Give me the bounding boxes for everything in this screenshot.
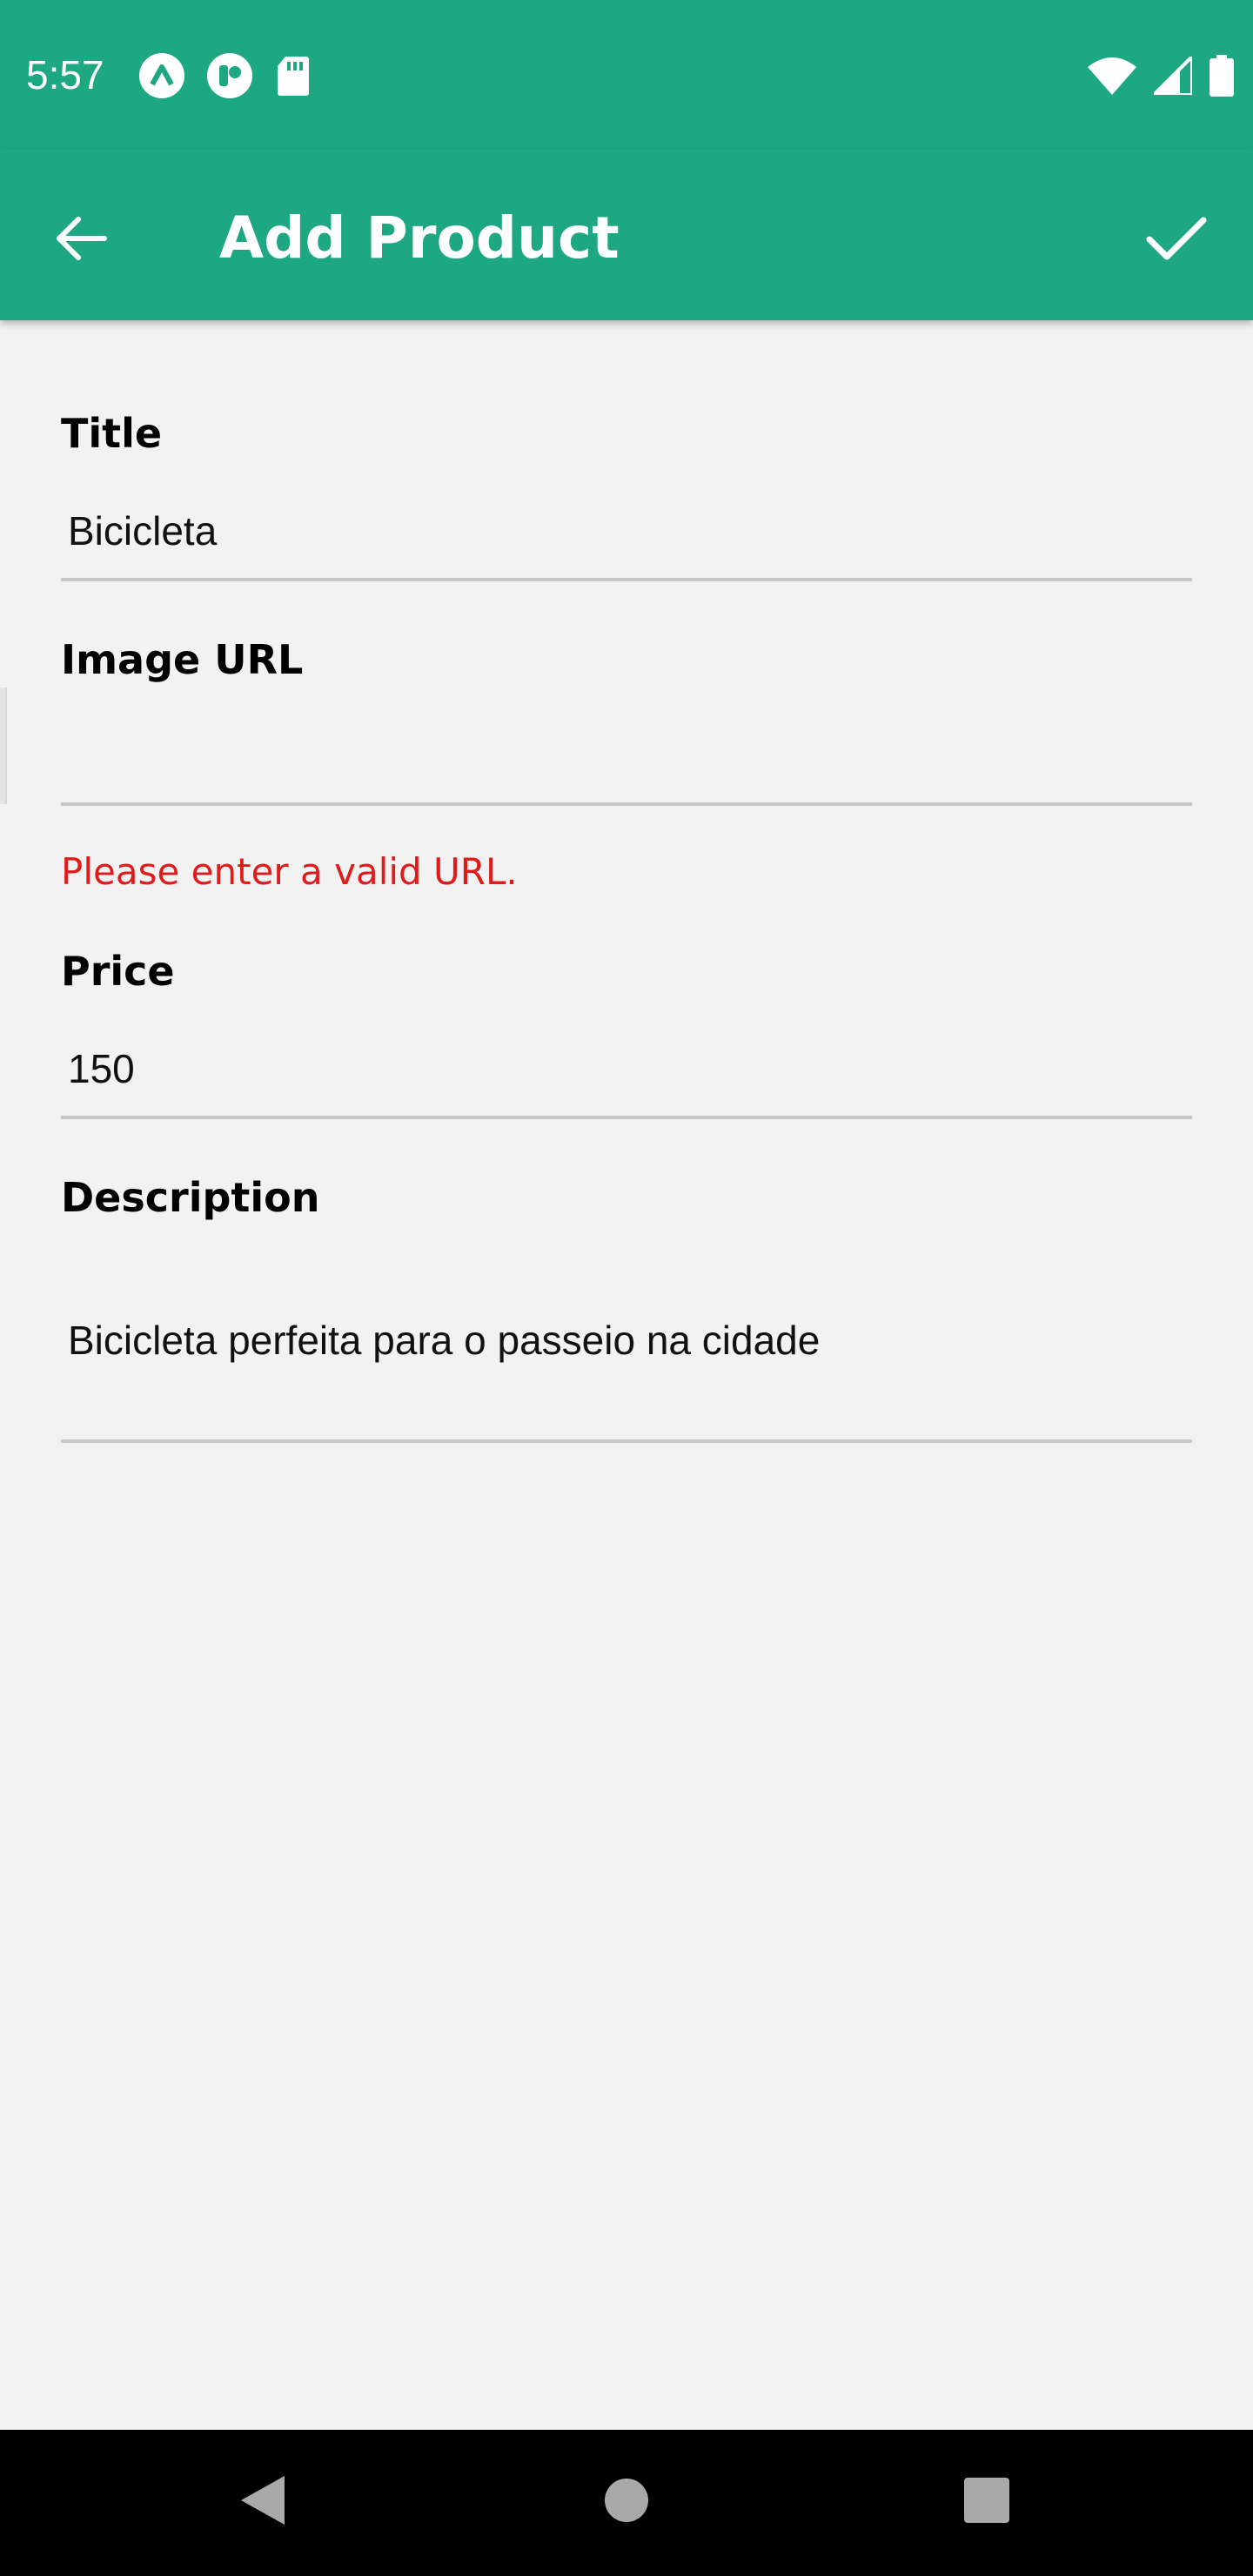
image-url-input[interactable] (61, 703, 1192, 806)
battery-icon (1209, 55, 1234, 97)
status-system-icons (1088, 54, 1234, 97)
app-bar: Add Product (0, 150, 1253, 320)
status-notification-icons (139, 53, 310, 98)
checkmark-icon (1146, 215, 1207, 265)
cell-signal-icon (1154, 57, 1192, 95)
nav-recents-icon (964, 2478, 1009, 2526)
price-input[interactable]: 150 (61, 1016, 1192, 1119)
image-url-error: Please enter a valid URL. (61, 850, 518, 893)
back-button[interactable] (38, 198, 122, 282)
nav-back-button[interactable] (223, 2463, 301, 2541)
sd-card-icon (275, 55, 310, 97)
wifi-icon (1088, 57, 1136, 95)
description-label: Description (61, 1174, 320, 1221)
app-notification-icon (207, 53, 252, 98)
arrow-back-icon (52, 214, 108, 266)
nav-back-icon (238, 2474, 286, 2530)
edge-handle[interactable] (0, 688, 7, 804)
status-time: 5:57 (26, 52, 104, 97)
nav-home-button[interactable] (587, 2463, 666, 2541)
description-value: Bicicleta perfeita para o passeio na cid… (68, 1318, 821, 1363)
nav-recents-button[interactable] (948, 2463, 1026, 2541)
status-bar: 5:57 (0, 0, 1253, 150)
page-title: Add Product (219, 205, 620, 272)
save-button[interactable] (1135, 198, 1218, 282)
title-input[interactable]: Bicicleta (61, 479, 1192, 581)
nav-home-icon (604, 2478, 649, 2526)
price-value: 150 (68, 1046, 135, 1091)
title-value: Bicicleta (68, 508, 218, 553)
price-label: Price (61, 948, 175, 995)
navigation-bar (0, 2430, 1253, 2576)
title-label: Title (61, 410, 163, 457)
image-url-label: Image URL (61, 636, 304, 683)
expo-icon (139, 53, 184, 98)
description-input[interactable]: Bicicleta perfeita para o passeio na cid… (61, 1243, 1192, 1443)
